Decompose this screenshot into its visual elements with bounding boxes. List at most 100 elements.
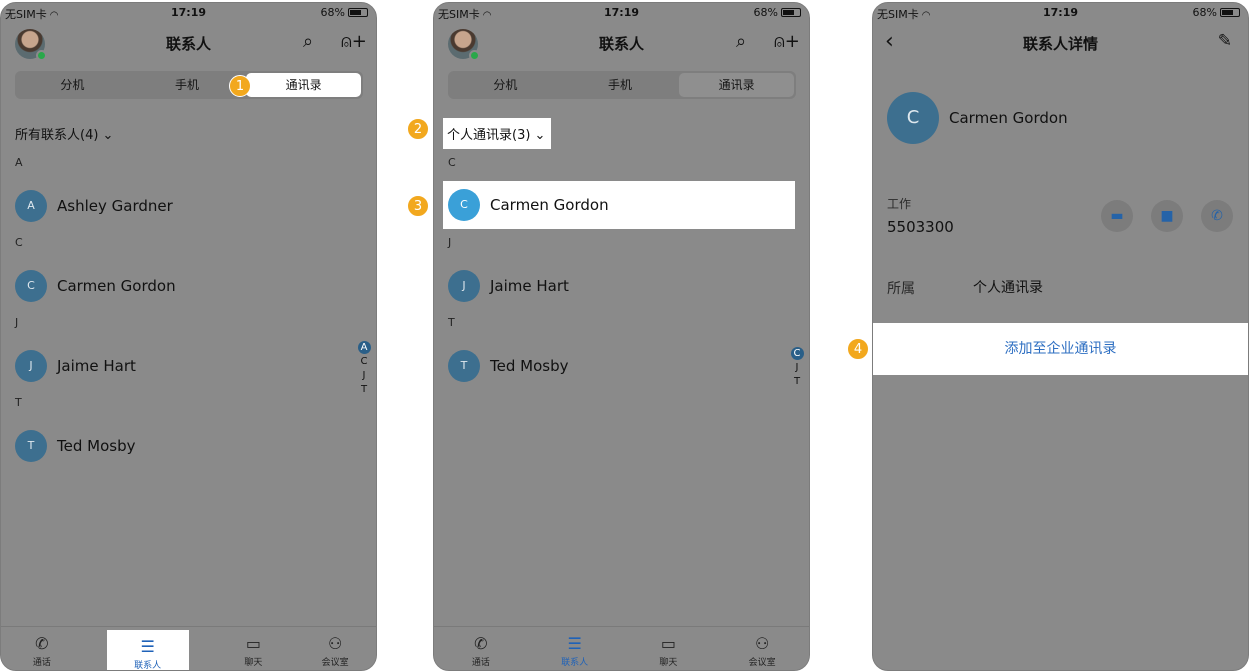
tab-label: 聊天	[659, 658, 678, 668]
add-to-enterprise-directory-button[interactable]: 添加至企业通讯录	[873, 323, 1248, 375]
contact-avatar: T	[448, 350, 480, 382]
battery-percent: 68%	[753, 6, 778, 19]
segment-control: 分机 手机 通讯录	[448, 71, 796, 99]
contact-item[interactable]: A Ashley Gardner	[15, 189, 173, 223]
phone-call-icon[interactable]: ✆	[1201, 200, 1233, 232]
status-bar: 无SIM卡 ◠ 17:19 68%	[1, 3, 376, 23]
step-badge: 3	[407, 195, 429, 217]
contact-item[interactable]: C Carmen Gordon	[15, 269, 176, 303]
contact-avatar: C	[15, 270, 47, 302]
tab-meeting[interactable]: ⚇ 会议室	[294, 627, 376, 670]
section-header: C	[448, 156, 456, 169]
tab-label: 通话	[471, 658, 490, 668]
status-bar: 无SIM卡 ◠ 17:19 68%	[873, 3, 1248, 23]
contact-avatar: T	[15, 430, 47, 462]
contact-avatar: A	[15, 190, 47, 222]
section-header: J	[448, 236, 452, 249]
phone-screen-contact-detail: 无SIM卡 ◠ 17:19 68% ‹ 联系人详情 ✎ C Carmen Gord…	[872, 2, 1249, 671]
meeting-icon: ⚇	[327, 634, 343, 653]
contact-name: Jaime Hart	[490, 277, 569, 295]
segment-directory[interactable]: 通讯录	[246, 73, 362, 97]
section-header: J	[15, 316, 19, 329]
contact-item-selected[interactable]: C Carmen Gordon	[443, 181, 795, 229]
edit-icon[interactable]: ✎	[1218, 31, 1232, 51]
step-badge: 2	[407, 118, 429, 140]
section-header: A	[15, 156, 23, 169]
section-header: T	[15, 396, 22, 409]
search-icon[interactable]: ⌕	[736, 31, 746, 52]
contact-name: Ted Mosby	[490, 357, 569, 375]
page-title: 联系人	[165, 35, 211, 53]
contact-name: Jaime Hart	[57, 357, 136, 375]
index-letter[interactable]: C	[790, 347, 804, 360]
segment-control: 分机 手机 通讯录	[15, 71, 363, 99]
video-call-icon[interactable]: ■	[1151, 200, 1183, 232]
work-label: 工作	[887, 197, 912, 211]
contact-item[interactable]: T Ted Mosby	[448, 349, 568, 383]
belong-label: 所属	[887, 281, 915, 297]
phone-screen-contacts-personal: 无SIM卡◠ 17:19 68% 联系人 ⌕ ⍝+ 分机 手机 通讯录 2 个人…	[433, 2, 810, 671]
segment-extension[interactable]: 分机	[15, 71, 130, 99]
tab-calls[interactable]: ✆ 通话	[434, 627, 528, 670]
alphabet-index[interactable]: A C J T	[357, 341, 371, 397]
page-title: 联系人	[598, 35, 644, 53]
contact-avatar: C	[448, 189, 480, 221]
work-number: 5503300	[887, 218, 954, 236]
battery-percent: 68%	[320, 6, 345, 19]
add-contact-icon[interactable]: ⍝+	[774, 31, 800, 52]
battery-icon	[348, 8, 368, 17]
contact-item[interactable]: T Ted Mosby	[15, 429, 135, 463]
tab-label: 会议室	[321, 658, 349, 668]
segment-mobile[interactable]: 手机	[563, 71, 678, 99]
battery-icon	[1220, 8, 1240, 17]
status-bar: 无SIM卡 ◠ 17:19 68%	[434, 3, 809, 23]
index-letter[interactable]: C	[357, 355, 371, 369]
index-letter[interactable]: T	[790, 375, 804, 389]
tab-label: 联系人	[134, 661, 162, 671]
chat-icon: ▭	[660, 634, 676, 653]
step-badge: 1	[229, 75, 251, 97]
contact-avatar: C	[887, 92, 939, 144]
tab-label: 联系人	[561, 658, 589, 668]
tab-contacts[interactable]: ☰ 联系人	[106, 630, 189, 671]
contact-item[interactable]: J Jaime Hart	[15, 349, 136, 383]
battery-icon	[781, 8, 801, 17]
contact-avatar: J	[15, 350, 47, 382]
page-title: 联系人详情	[1022, 35, 1098, 53]
phone-icon: ✆	[474, 634, 488, 653]
contact-filter-dropdown[interactable]: 所有联系人(4) ⌄	[15, 124, 113, 143]
step-badge: 4	[847, 338, 869, 360]
section-header: T	[448, 316, 455, 329]
index-letter[interactable]: T	[357, 383, 371, 397]
tab-calls[interactable]: ✆ 通话	[1, 627, 83, 670]
tab-label: 聊天	[244, 658, 263, 668]
contact-avatar: J	[448, 270, 480, 302]
contacts-icon: ☰	[140, 637, 155, 656]
segment-directory[interactable]: 通讯录	[679, 73, 795, 97]
phone-icon: ✆	[35, 634, 49, 653]
tab-bar: ✆ 通话 ☰ 联系人 ▭ 聊天 ⚇ 会议室	[434, 626, 809, 670]
index-letter[interactable]: J	[790, 361, 804, 375]
battery-percent: 68%	[1192, 6, 1217, 19]
segment-mobile[interactable]: 手机	[130, 71, 245, 99]
contacts-icon: ☰	[567, 634, 582, 653]
contact-name: Carmen Gordon	[949, 109, 1068, 127]
tab-contacts[interactable]: ☰ 联系人	[528, 627, 622, 670]
alphabet-index[interactable]: C J T	[790, 347, 804, 389]
tab-chat[interactable]: ▭ 聊天	[213, 627, 295, 670]
tab-chat[interactable]: ▭ 聊天	[622, 627, 716, 670]
add-contact-icon[interactable]: ⍝+	[341, 31, 367, 52]
segment-extension[interactable]: 分机	[448, 71, 563, 99]
tab-label: 通话	[32, 658, 51, 668]
search-icon[interactable]: ⌕	[303, 31, 313, 52]
tab-meeting[interactable]: ⚇ 会议室	[715, 627, 809, 670]
meeting-icon: ⚇	[754, 634, 770, 653]
message-icon[interactable]: ▬	[1101, 200, 1133, 232]
chat-icon: ▭	[245, 634, 261, 653]
phone-screen-contacts-all: 无SIM卡 ◠ 17:19 68% 联系人 ⌕ ⍝+ 分机 手机 通讯录 1 所有…	[0, 2, 377, 671]
contact-name: Ted Mosby	[57, 437, 136, 455]
index-letter[interactable]: A	[357, 341, 371, 354]
contact-item[interactable]: J Jaime Hart	[448, 269, 569, 303]
index-letter[interactable]: J	[357, 369, 371, 383]
contact-filter-dropdown[interactable]: 个人通讯录(3) ⌄	[443, 118, 552, 149]
